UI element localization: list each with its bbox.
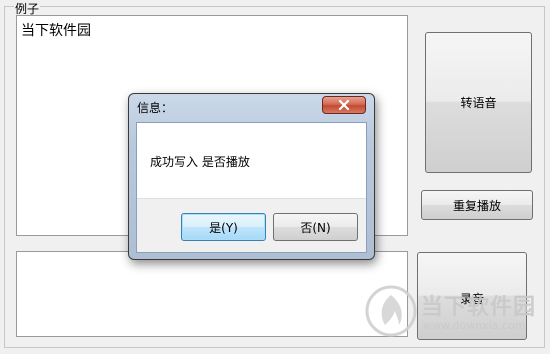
dialog-footer: 是(Y) 否(N): [137, 198, 366, 252]
convert-to-speech-button[interactable]: 转语音: [425, 32, 532, 173]
watermark-url: www.downxia.com: [423, 319, 526, 332]
repeat-play-button[interactable]: 重复播放: [421, 190, 533, 220]
output-textbox[interactable]: [16, 251, 408, 337]
watermark-logo-icon: [365, 285, 417, 337]
dialog-title: 信息：: [137, 101, 174, 115]
close-icon: [338, 100, 350, 110]
watermark: 当下软件园 www.downxia.com: [365, 285, 545, 341]
dialog-close-button[interactable]: [322, 96, 366, 114]
dialog-body: 成功写入 是否播放 是(Y) 否(N): [136, 122, 367, 253]
watermark-text: 当下软件园: [421, 295, 537, 320]
no-button[interactable]: 否(N): [273, 213, 358, 241]
dialog-message: 成功写入 是否播放: [150, 155, 250, 169]
groupbox-label: 例子: [14, 2, 41, 16]
yes-button[interactable]: 是(Y): [181, 213, 266, 241]
text-input-value: 当下软件园: [21, 23, 91, 39]
info-dialog: 信息： 成功写入 是否播放 是(Y) 否(N): [128, 93, 375, 260]
